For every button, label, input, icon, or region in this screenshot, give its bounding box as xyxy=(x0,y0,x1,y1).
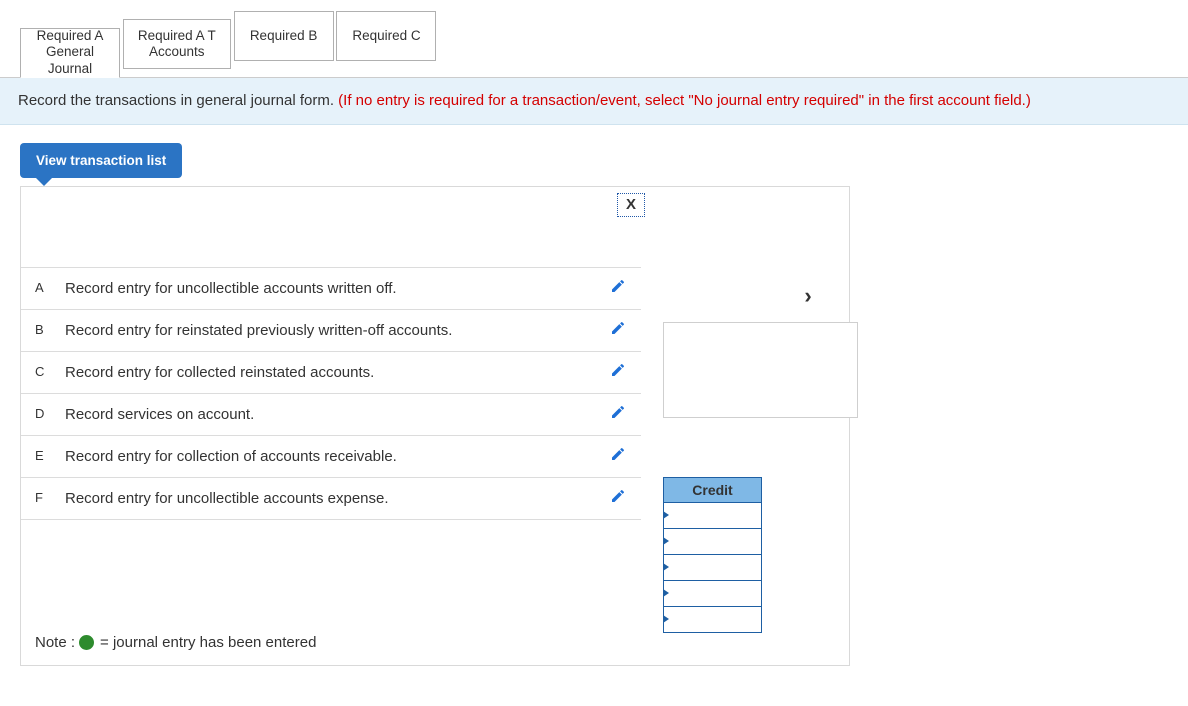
transaction-key: D xyxy=(35,404,65,421)
transaction-row[interactable]: B Record entry for reinstated previously… xyxy=(21,309,641,351)
transaction-row[interactable]: F Record entry for uncollectible account… xyxy=(21,477,641,520)
credit-cell[interactable] xyxy=(664,528,762,554)
transaction-text: Record entry for reinstated previously w… xyxy=(65,320,603,341)
transaction-key: C xyxy=(35,362,65,379)
instruction-bar: Record the transactions in general journ… xyxy=(0,77,1188,125)
transaction-key: B xyxy=(35,320,65,337)
transaction-text: Record entry for collection of accounts … xyxy=(65,446,603,467)
pencil-icon[interactable] xyxy=(603,362,633,382)
credit-cell[interactable] xyxy=(664,606,762,632)
journal-panel: X A Record entry for uncollectible accou… xyxy=(20,186,850,666)
transaction-row[interactable]: D Record services on account. xyxy=(21,393,641,435)
transaction-row[interactable]: A Record entry for uncollectible account… xyxy=(21,267,641,309)
note-meaning: = journal entry has been entered xyxy=(100,634,316,651)
pencil-icon[interactable] xyxy=(603,488,633,508)
transaction-text: Record entry for collected reinstated ac… xyxy=(65,362,603,383)
tab-required-c[interactable]: Required C xyxy=(336,11,436,61)
credit-table: Credit xyxy=(663,477,762,633)
credit-header: Credit xyxy=(664,477,762,502)
status-entered-dot-icon xyxy=(79,635,94,650)
pencil-icon[interactable] xyxy=(603,320,633,340)
note-prefix: Note : xyxy=(35,634,75,651)
instruction-text: Record the transactions in general journ… xyxy=(18,92,338,109)
transaction-key: E xyxy=(35,446,65,463)
credit-cell[interactable] xyxy=(664,502,762,528)
journal-entry-dropzone[interactable] xyxy=(663,322,858,418)
chevron-right-icon[interactable]: › xyxy=(793,281,823,311)
transaction-text: Record entry for uncollectible accounts … xyxy=(65,488,603,509)
credit-cell[interactable] xyxy=(664,580,762,606)
instruction-warning: (If no entry is required for a transacti… xyxy=(338,92,1031,109)
close-icon[interactable]: X xyxy=(617,193,645,217)
pencil-icon[interactable] xyxy=(603,446,633,466)
pencil-icon[interactable] xyxy=(603,404,633,424)
transaction-text: Record services on account. xyxy=(65,404,603,425)
tab-required-a-t-accounts[interactable]: Required A T Accounts xyxy=(123,19,231,69)
transaction-text: Record entry for uncollectible accounts … xyxy=(65,278,603,299)
tab-bar: Required A General Journal Required A T … xyxy=(0,0,1188,77)
view-transaction-list-button[interactable]: View transaction list xyxy=(20,143,182,178)
pencil-icon[interactable] xyxy=(603,278,633,298)
transaction-key: F xyxy=(35,488,65,505)
credit-cell[interactable] xyxy=(664,554,762,580)
tab-required-a-general-journal[interactable]: Required A General Journal xyxy=(20,28,120,78)
note-legend: Note : = journal entry has been entered xyxy=(35,634,322,651)
transaction-list: A Record entry for uncollectible account… xyxy=(21,267,641,520)
transaction-row[interactable]: E Record entry for collection of account… xyxy=(21,435,641,477)
tab-required-b[interactable]: Required B xyxy=(234,11,334,61)
transaction-row[interactable]: C Record entry for collected reinstated … xyxy=(21,351,641,393)
transaction-key: A xyxy=(35,278,65,295)
